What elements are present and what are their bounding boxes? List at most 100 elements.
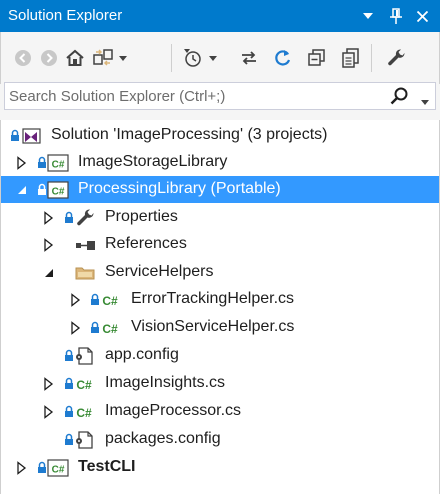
svg-text:C#: C# — [102, 294, 118, 308]
show-all-files-button[interactable] — [339, 45, 363, 71]
tree-item-label: VisionServiceHelper.cs — [131, 318, 295, 335]
search-icon[interactable] — [389, 86, 409, 111]
tree-item-error-tracking-helper[interactable]: C# ErrorTrackingHelper.cs — [1, 286, 439, 313]
csharp-project-icon: C# — [47, 458, 69, 478]
svg-text:C#: C# — [52, 465, 65, 476]
toolbar — [0, 32, 440, 84]
back-icon — [15, 50, 31, 66]
tree-item-label: References — [105, 235, 187, 252]
auto-hide-pin-button[interactable] — [382, 0, 410, 32]
chevron-down-icon — [421, 100, 429, 105]
close-icon — [416, 10, 428, 22]
search-input[interactable] — [9, 85, 389, 107]
solution-explorer-window: Solution Explorer Search Solution Explor… — [0, 0, 440, 494]
expand-arrow-icon[interactable] — [43, 211, 55, 225]
close-button[interactable] — [408, 0, 436, 32]
expand-arrow-icon[interactable] — [43, 405, 55, 419]
csharp-file-icon: C# — [74, 374, 96, 394]
svg-text:C#: C# — [52, 160, 65, 171]
svg-text:C#: C# — [76, 406, 92, 420]
chevron-down-icon — [119, 55, 127, 61]
tree-item-properties[interactable]: Properties — [1, 204, 439, 231]
collapse-arrow-icon[interactable] — [43, 266, 55, 280]
csharp-file-icon: C# — [74, 402, 96, 422]
refresh-icon — [275, 50, 291, 66]
pending-changes-filter-dropdown[interactable] — [205, 45, 221, 71]
pin-icon — [390, 8, 402, 24]
tree-item-image-processor[interactable]: C# ImageProcessor.cs — [1, 398, 439, 425]
references-icon — [74, 235, 96, 255]
tree-item-label: ProcessingLibrary (Portable) — [78, 180, 281, 197]
csharp-file-icon: C# — [100, 318, 122, 338]
tree-item-label: Solution 'ImageProcessing' (3 projects) — [51, 126, 328, 143]
tree-item-test-cli[interactable]: C# TestCLI — [1, 454, 439, 481]
tree-item-processing-library[interactable]: C# ProcessingLibrary (Portable) — [1, 176, 439, 203]
wrench-icon — [388, 49, 405, 66]
lock-icon — [37, 156, 47, 170]
tree-item-label: ErrorTrackingHelper.cs — [131, 290, 295, 307]
tree-item-label: TestCLI — [78, 458, 136, 475]
switch-views-button[interactable] — [91, 45, 115, 71]
properties-button[interactable] — [385, 45, 409, 71]
config-file-icon — [74, 346, 96, 366]
lock-icon — [10, 129, 20, 143]
tree-item-label: Properties — [105, 208, 178, 225]
tree-item-vision-service-helper[interactable]: C# VisionServiceHelper.cs — [1, 314, 439, 341]
window-position-dropdown[interactable] — [354, 0, 382, 32]
tree-item-image-insights[interactable]: C# ImageInsights.cs — [1, 370, 439, 397]
folder-icon — [74, 263, 96, 283]
tree-item-label: app.config — [105, 346, 179, 363]
home-icon — [66, 49, 84, 66]
visual-studio-solution-icon — [20, 126, 42, 146]
search-options-dropdown[interactable] — [421, 92, 429, 110]
collapse-all-icon — [308, 49, 325, 66]
csharp-project-icon: C# — [47, 180, 69, 200]
expand-arrow-icon[interactable] — [43, 377, 55, 391]
tree-item-solution[interactable]: Solution 'ImageProcessing' (3 projects) — [1, 122, 439, 149]
tree-item-service-helpers[interactable]: ServiceHelpers — [1, 259, 439, 286]
lock-icon — [64, 433, 74, 447]
tree-item-references[interactable]: References — [1, 231, 439, 258]
lock-icon — [64, 405, 74, 419]
home-button[interactable] — [63, 45, 87, 71]
expand-arrow-icon[interactable] — [16, 156, 28, 170]
expand-arrow-icon[interactable] — [16, 461, 28, 475]
collapse-all-button[interactable] — [305, 45, 329, 71]
toolbar-separator — [171, 44, 172, 72]
lock-icon — [37, 183, 47, 197]
chevron-down-icon — [363, 13, 373, 19]
search-box[interactable] — [4, 82, 436, 110]
tree-item-packages-config[interactable]: packages.config — [1, 426, 439, 453]
solution-tree: Solution 'ImageProcessing' (3 projects) … — [0, 120, 440, 494]
clock-filter-icon — [184, 49, 201, 67]
back-button[interactable] — [11, 45, 35, 71]
tree-item-label: ImageStorageLibrary — [78, 153, 228, 170]
tree-item-label: packages.config — [105, 430, 221, 447]
title-bar: Solution Explorer — [0, 0, 440, 32]
tree-item-label: ServiceHelpers — [105, 263, 214, 280]
lock-icon — [90, 321, 100, 335]
svg-text:C#: C# — [76, 378, 92, 392]
expand-arrow-icon[interactable] — [70, 321, 82, 335]
tree-item-app-config[interactable]: app.config — [1, 342, 439, 369]
tree-item-image-storage-library[interactable]: C# ImageStorageLibrary — [1, 149, 439, 176]
collapse-arrow-icon[interactable] — [16, 183, 28, 197]
toolbar-separator — [371, 44, 372, 72]
pending-changes-filter-button[interactable] — [181, 45, 205, 71]
lock-icon — [90, 293, 100, 307]
csharp-project-icon: C# — [47, 153, 69, 173]
config-file-icon — [74, 430, 96, 450]
chevron-down-icon — [209, 55, 217, 61]
expand-arrow-icon[interactable] — [43, 238, 55, 252]
forward-button[interactable] — [37, 45, 61, 71]
switch-views-dropdown[interactable] — [115, 45, 131, 71]
refresh-button[interactable] — [271, 45, 295, 71]
expand-arrow-icon[interactable] — [70, 293, 82, 307]
window-title: Solution Explorer — [8, 7, 123, 24]
show-all-files-icon — [342, 48, 359, 68]
tree-item-label: ImageInsights.cs — [105, 374, 226, 391]
sync-with-active-document-button[interactable] — [237, 45, 261, 71]
lock-icon — [37, 461, 47, 475]
tree-item-label: ImageProcessor.cs — [105, 402, 242, 419]
svg-text:C#: C# — [52, 187, 65, 198]
